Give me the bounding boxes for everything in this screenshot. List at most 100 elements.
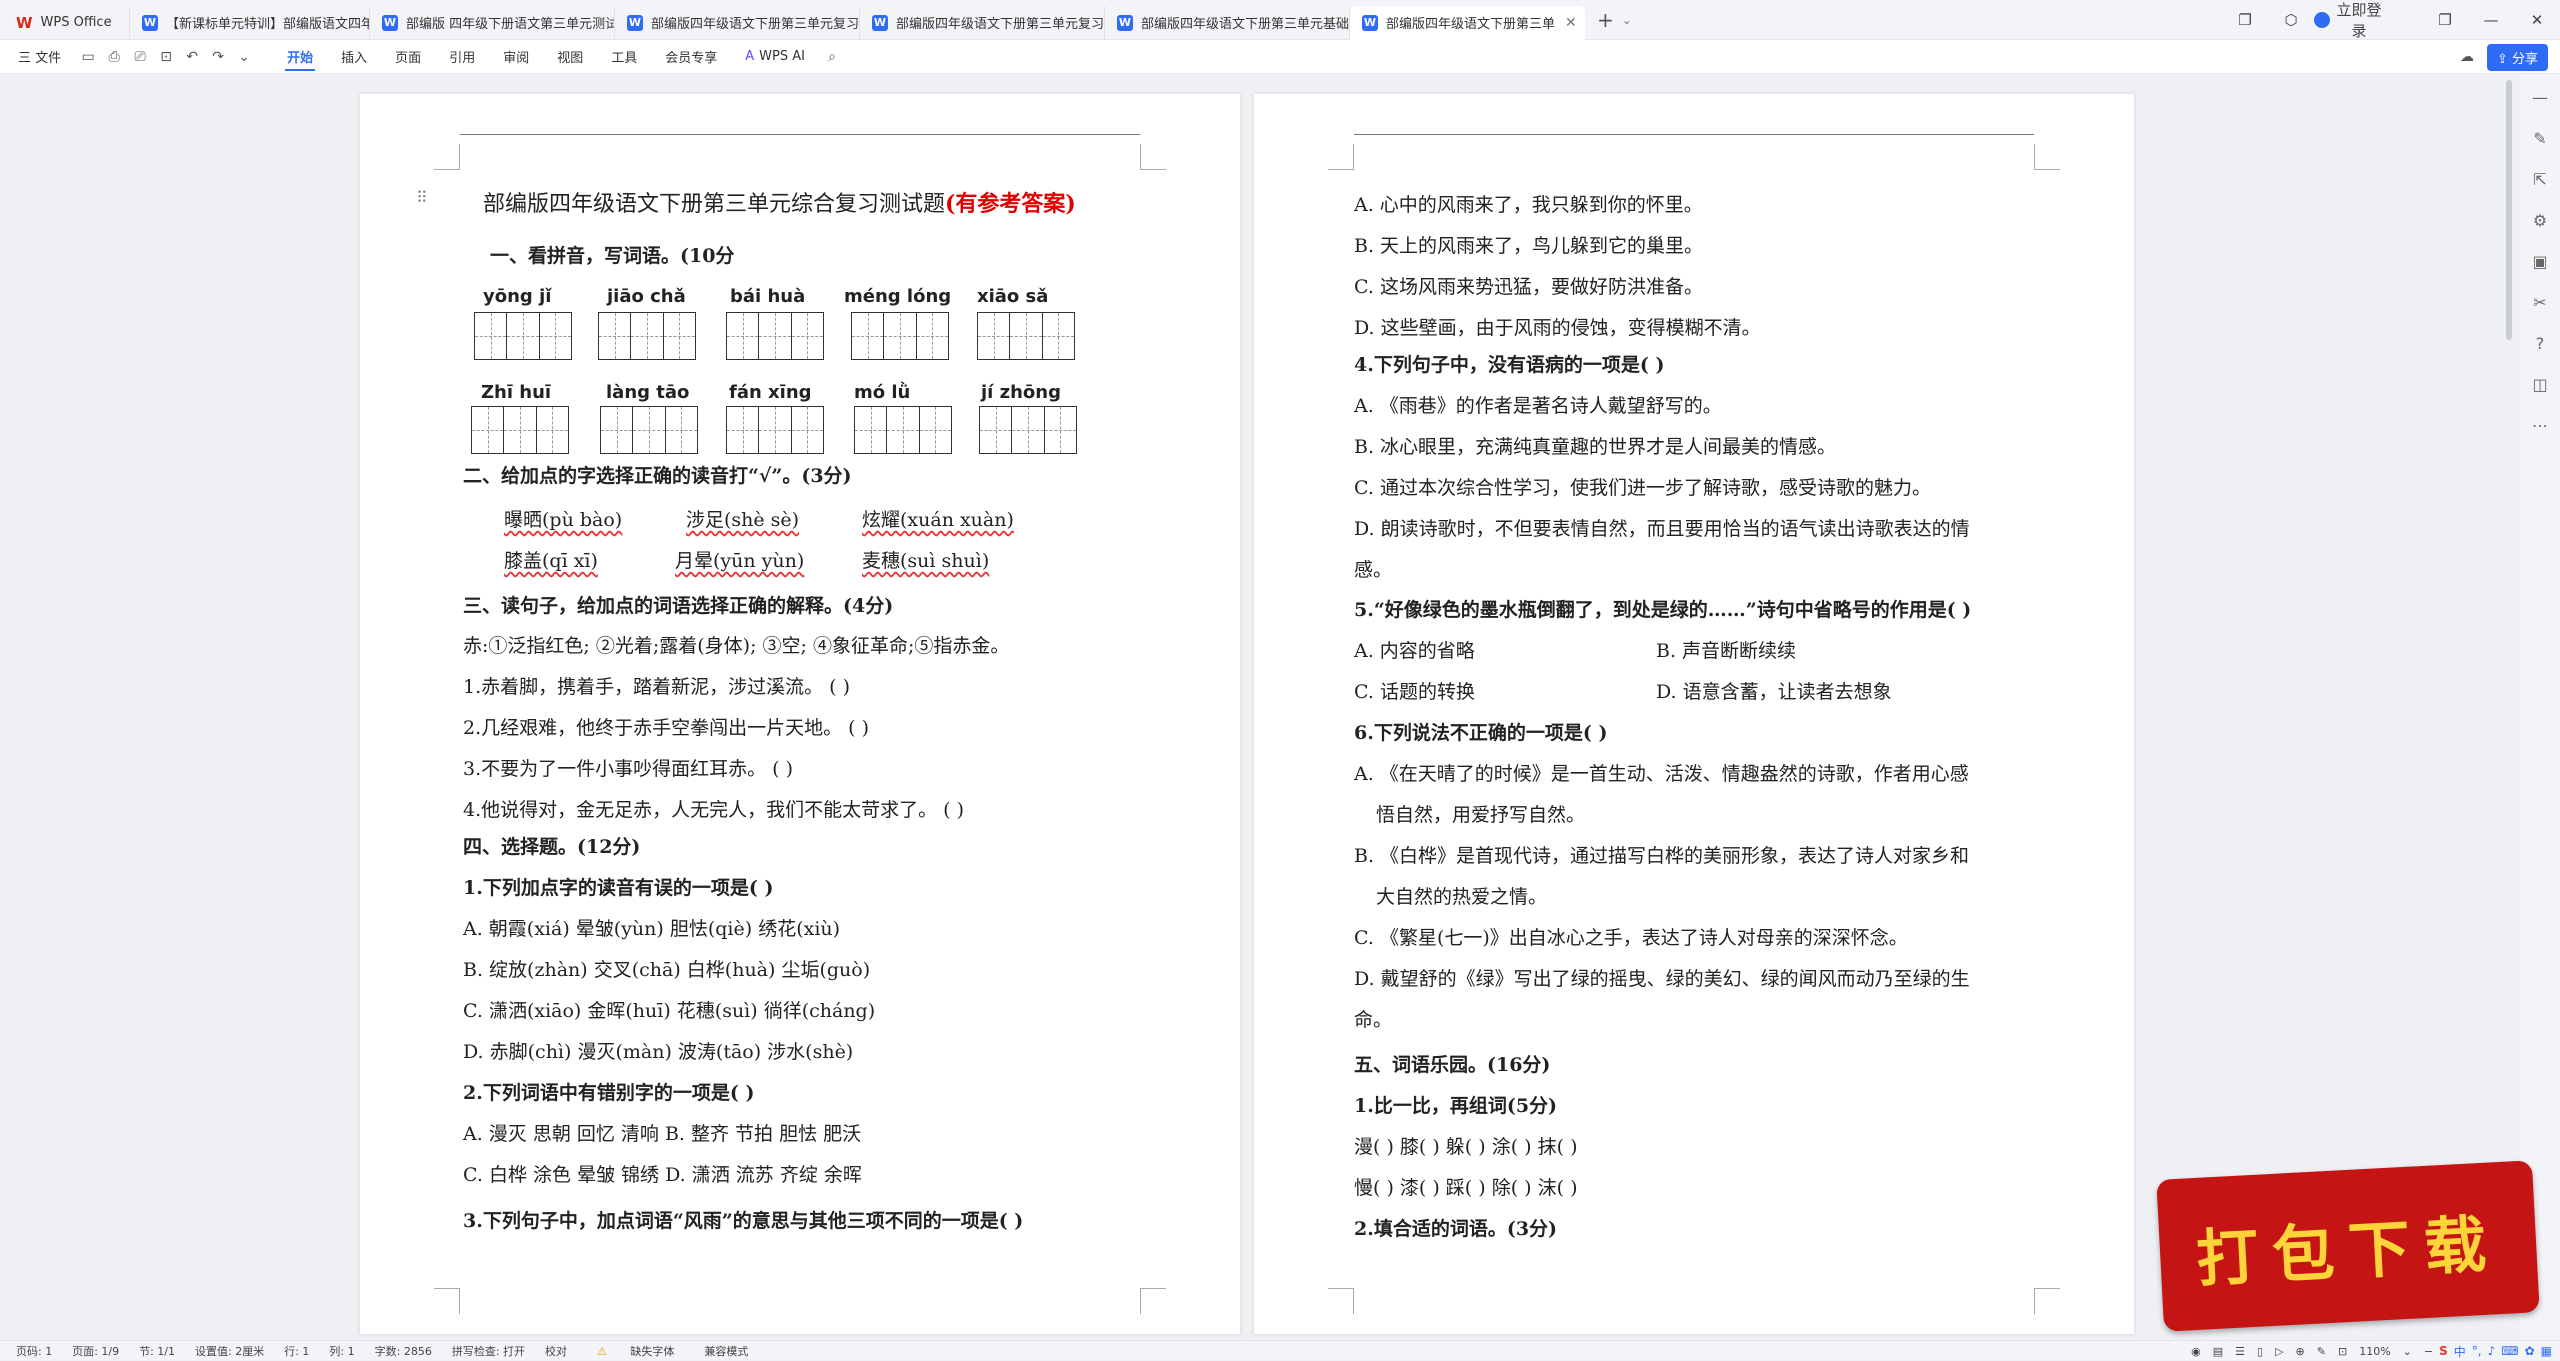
collapse-icon[interactable]: — [2532, 88, 2548, 107]
option-line: D. 朗读诗歌时，不但要表情自然，而且要用恰当的语气读出诗歌表达的情 [1354, 518, 1970, 540]
skin-icon[interactable]: ✿ [2525, 1344, 2535, 1358]
option-line: 悟自然，用爱抒写自然。 [1376, 804, 1586, 826]
tab-view[interactable]: 视图 [557, 40, 583, 74]
option-line: C. 通过本次综合性学习，使我们进一步了解诗歌，感受诗歌的魅力。 [1354, 477, 1931, 499]
print-preview-icon[interactable]: ⊡ [153, 40, 179, 74]
save-icon[interactable]: ▭ [75, 40, 101, 74]
status-page: 页码: 1 [16, 1344, 53, 1358]
status-words[interactable]: 字数: 2856 [375, 1343, 432, 1359]
pinyin: Zhī huī [481, 382, 552, 403]
keyboard-icon[interactable]: ⌨ [2501, 1344, 2518, 1358]
select-icon[interactable]: ⇱ [2533, 170, 2546, 189]
apps-icon[interactable]: ▦ [2541, 1344, 2552, 1358]
margin-corner [1328, 1288, 1354, 1314]
pronunciation-item: 膝盖(qī xī) [504, 550, 598, 572]
word-doc-icon: W [872, 14, 888, 31]
status-font[interactable]: ⚠ 缺失字体 [587, 1343, 684, 1359]
tab-doc-3[interactable]: W 部编版四年级语文下册第三单元复习 [615, 5, 860, 40]
tab-doc-1[interactable]: W 【新课标单元特训】部编版语文四年 [130, 5, 370, 40]
share-button[interactable]: ⇪ 分享 [2486, 44, 2548, 71]
edit-icon[interactable]: ✎ [2317, 1345, 2326, 1358]
cloud-icon[interactable]: ☁ [2454, 40, 2480, 74]
punctuation-icon[interactable]: °, [2472, 1344, 2482, 1358]
drag-handle-icon[interactable]: ⠿ [416, 188, 428, 207]
tab-doc-5[interactable]: W 部编版四年级语文下册第三单元基础 [1105, 5, 1350, 40]
tab-wps-office[interactable]: W WPS Office [0, 5, 130, 40]
outline-icon[interactable]: ☰ [2235, 1345, 2245, 1358]
undo-icon[interactable]: ↶ [179, 40, 205, 74]
writing-grid[interactable] [726, 406, 824, 454]
question-5-1: 1.比一比，再组词(5分) [1354, 1095, 1558, 1117]
sogou-icon[interactable]: S [2439, 1344, 2448, 1358]
cube-icon[interactable]: ⬡ [2268, 11, 2314, 29]
page-view-icon[interactable]: ▤ [2213, 1345, 2223, 1358]
question-1: 1.下列加点字的读音有误的一项是( ) [463, 877, 774, 899]
close-tab-icon[interactable]: ✕ [1565, 15, 1577, 31]
writing-grid[interactable] [474, 312, 572, 360]
writing-grid[interactable] [471, 406, 569, 454]
tab-label: 部编版四年级语文下册第三单元复习 [651, 17, 860, 32]
tools-icon[interactable]: ✂ [2533, 293, 2546, 312]
redo-icon[interactable]: ↷ [205, 40, 231, 74]
mic-icon[interactable]: ♪ [2488, 1344, 2496, 1358]
web-icon[interactable]: ⊕ [2296, 1345, 2305, 1358]
settings-icon[interactable]: ⚙ [2533, 211, 2547, 230]
login-button[interactable]: 立即登录 [2314, 0, 2382, 41]
zoom-chevron-icon[interactable]: ⌄ [2403, 1345, 2412, 1358]
minimize-icon[interactable]: — [2468, 11, 2514, 29]
tab-doc-active[interactable]: W 部编版四年级语文下册第三单 ✕ [1350, 5, 1585, 40]
search-icon[interactable]: ⌕ [819, 40, 845, 74]
tab-tools[interactable]: 工具 [611, 40, 637, 74]
close-window-icon[interactable]: ✕ [2514, 11, 2560, 29]
writing-grid[interactable] [854, 406, 952, 454]
read-icon[interactable]: ▯ [2257, 1345, 2263, 1358]
shirt-icon[interactable]: ◫ [2532, 375, 2547, 394]
export-pdf-icon[interactable]: ⎙ [101, 40, 127, 74]
vertical-scrollbar[interactable] [2506, 80, 2512, 340]
zoom-out-icon[interactable]: − [2424, 1345, 2433, 1358]
option-line: C. 《繁星(七一)》出自冰心之手，表达了诗人对母亲的深深怀念。 [1354, 927, 1908, 949]
pen-icon[interactable]: ✎ [2533, 129, 2546, 148]
tab-insert[interactable]: 插入 [341, 40, 367, 74]
tab-doc-4[interactable]: W 部编版四年级语文下册第三单元复习 [860, 5, 1105, 40]
play-icon[interactable]: ▷ [2275, 1345, 2283, 1358]
writing-grid[interactable] [979, 406, 1077, 454]
question-5: 5.“好像绿色的墨水瓶倒翻了，到处是绿的……”诗句中省略号的作用是( ) [1354, 599, 1972, 621]
wps-ai-button[interactable]: A WPS AI [745, 40, 805, 74]
more-chevron-icon[interactable]: ⌄ [231, 40, 257, 74]
writing-grid[interactable] [598, 312, 696, 360]
help-icon[interactable]: ? [2536, 334, 2545, 353]
writing-grid[interactable] [851, 312, 949, 360]
status-proof[interactable]: 校对 [545, 1343, 567, 1359]
download-stamp[interactable]: 打包下载 [2156, 1160, 2540, 1332]
print-icon[interactable]: ⎚ [127, 40, 153, 74]
option-line: C. 这场风雨来势迅猛，要做好防洪准备。 [1354, 276, 1703, 298]
restore-icon[interactable]: ❐ [2422, 11, 2468, 29]
header-line [460, 134, 1140, 135]
status-spell[interactable]: 拼写检查: 打开 [452, 1343, 525, 1359]
tab-list-chevron-icon[interactable]: ⌄ [1622, 13, 1632, 27]
window-view-icon[interactable]: ❐ [2222, 11, 2268, 29]
fit-icon[interactable]: ⊡ [2338, 1345, 2347, 1358]
tab-page[interactable]: 页面 [395, 40, 421, 74]
tab-member[interactable]: 会员专享 [665, 40, 717, 74]
header-line [1354, 134, 2034, 135]
writing-grid[interactable] [600, 406, 698, 454]
tab-doc-2[interactable]: W 部编版 四年级下册语文第三单元测试 [370, 5, 615, 40]
tab-home[interactable]: 开始 [285, 40, 316, 74]
tab-references[interactable]: 引用 [449, 40, 475, 74]
file-menu[interactable]: 三 文件 [18, 40, 61, 74]
zoom-level[interactable]: 110% [2359, 1345, 2390, 1358]
tab-review[interactable]: 审阅 [503, 40, 529, 74]
status-pages[interactable]: 页面: 1/9 [72, 1343, 119, 1359]
writing-grid[interactable] [726, 312, 824, 360]
new-tab-icon[interactable]: + [1597, 8, 1614, 32]
question-2: 2.下列词语中有错别字的一项是( ) [463, 1082, 755, 1104]
more-icon[interactable]: ⋯ [2532, 416, 2548, 435]
writing-grid[interactable] [977, 312, 1075, 360]
ime-mode[interactable]: 中 [2454, 1343, 2466, 1360]
option-line: B. 绽放(zhàn) 交叉(chā) 白桦(huà) 尘垢(guò) [463, 959, 871, 981]
image-icon[interactable]: ▣ [2532, 252, 2547, 271]
eye-icon[interactable]: ◉ [2191, 1345, 2201, 1358]
word-doc-icon: W [382, 14, 398, 31]
